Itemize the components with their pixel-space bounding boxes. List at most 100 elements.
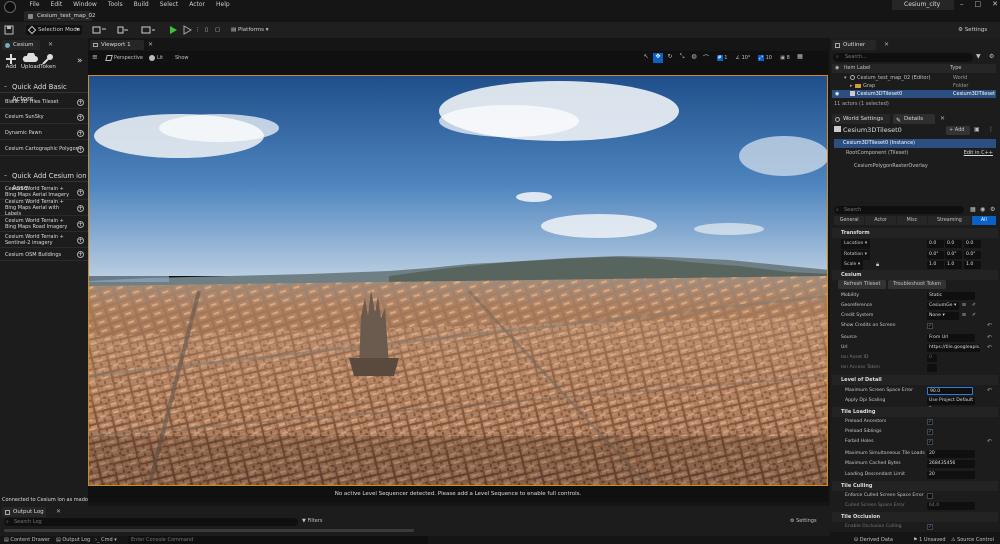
add-circle-icon[interactable]: + xyxy=(77,220,84,228)
max-loads-input[interactable]: 20 xyxy=(927,450,975,458)
lit-button[interactable]: Lit xyxy=(147,53,169,63)
eyedropper-icon[interactable]: ✐ xyxy=(972,311,976,321)
menu-edit[interactable]: Edit xyxy=(45,1,68,8)
preload-siblings-checkbox[interactable]: ✓ xyxy=(927,429,933,435)
add-circle-icon[interactable]: + xyxy=(77,129,84,137)
filter-tab-actor[interactable]: Actor xyxy=(865,216,896,225)
filter-tab-all[interactable]: All xyxy=(971,216,997,225)
blueprint-icon[interactable]: ▣ xyxy=(974,126,980,133)
rotation-x[interactable]: 0.0° xyxy=(927,251,944,259)
log-settings-button[interactable]: ⚙ Settings xyxy=(790,518,817,524)
add-component-button[interactable]: + Add xyxy=(946,126,970,135)
log-search-input[interactable]: ⌕ Search Log xyxy=(4,518,298,526)
eyedropper-icon[interactable]: ✐ xyxy=(972,301,976,311)
cesium-section[interactable]: Cesium xyxy=(832,270,998,280)
close-tab-icon[interactable]: ✕ xyxy=(884,41,889,48)
occlusion-checkbox[interactable]: ✓ xyxy=(927,524,933,530)
location-z[interactable]: 0.0 xyxy=(964,240,981,248)
tab-details[interactable]: ✎ Details xyxy=(893,114,935,124)
tab-cesium[interactable]: Cesium xyxy=(2,40,40,50)
dpi-dropdown[interactable]: Use Project Default ▾ xyxy=(927,397,975,411)
minimize-icon[interactable]: – xyxy=(960,0,964,8)
select-tool-icon[interactable]: ↖ xyxy=(641,53,651,63)
add-circle-icon[interactable]: + xyxy=(77,98,84,106)
url-input[interactable]: https://tile.googleapis.co xyxy=(927,344,980,352)
source-dropdown[interactable]: From Url xyxy=(927,334,975,342)
menu-build[interactable]: Build xyxy=(128,1,154,8)
troubleshoot-token-button[interactable]: Troubleshoot Token xyxy=(888,280,946,289)
reset-icon[interactable]: ↶ xyxy=(987,386,992,396)
menu-window[interactable]: Window xyxy=(68,1,103,8)
rotate-tool-icon[interactable]: ↻ xyxy=(665,53,675,63)
tile-culling-section[interactable]: Tile Culling xyxy=(832,481,998,491)
culled-sse-input[interactable]: 64.0 xyxy=(927,502,975,510)
location-x[interactable]: 0.0 xyxy=(927,240,944,248)
eye-icon[interactable]: ◉ xyxy=(980,206,985,213)
browse-icon[interactable]: ⊞ xyxy=(962,311,966,321)
grid-view-icon[interactable]: ▦ xyxy=(970,206,976,213)
lod-section[interactable]: Level of Detail xyxy=(832,375,998,385)
translate-tool-icon[interactable]: ✥ xyxy=(653,53,663,63)
console-command-input[interactable]: Enter Console Command xyxy=(128,536,428,544)
world-local-icon[interactable]: ◍ xyxy=(689,53,699,63)
show-credits-checkbox[interactable]: ✓ xyxy=(927,323,933,329)
edit-cpp-link[interactable]: Edit in C++ xyxy=(964,149,993,158)
raster-overlay-row[interactable]: CesiumPolygonRasterOverlay xyxy=(834,162,996,171)
scale-z[interactable]: 1.0 xyxy=(964,261,981,269)
layout-icon[interactable]: ▦ xyxy=(795,53,805,63)
preload-ancestors-checkbox[interactable]: ✓ xyxy=(927,419,933,425)
tab-output-log[interactable]: Output Log xyxy=(2,507,46,517)
close-tab-icon[interactable]: ✕ xyxy=(148,41,153,48)
reset-icon[interactable]: ↶ xyxy=(987,321,992,331)
filters-button[interactable]: ▼ Filters xyxy=(302,518,322,524)
show-button[interactable]: Show xyxy=(172,53,190,63)
cinematics-button[interactable] xyxy=(140,25,158,35)
forbid-holes-checkbox[interactable]: ✓ xyxy=(927,439,933,445)
stop-icon[interactable]: ▢ xyxy=(215,25,223,35)
rotation-label[interactable]: Rotation ▾ xyxy=(841,250,870,260)
rotation-z[interactable]: 0.0° xyxy=(964,251,981,259)
scale-label[interactable]: Scale ▾ xyxy=(841,260,864,270)
culled-enforce-checkbox[interactable]: ✓ xyxy=(927,493,933,499)
outliner-search-input[interactable]: ⌕ Search... xyxy=(833,53,973,62)
viewport-scene[interactable] xyxy=(88,75,828,486)
double-chevron-right-icon[interactable]: » xyxy=(77,56,83,66)
transform-section[interactable]: Transform xyxy=(832,228,998,238)
upload-button[interactable]: Upload xyxy=(21,53,40,70)
maximize-icon[interactable]: □ xyxy=(975,0,982,8)
tab-outliner[interactable]: Outliner xyxy=(832,40,876,50)
browse-icon[interactable]: ⊞ xyxy=(962,301,966,311)
details-search-input[interactable]: ⌕ Search xyxy=(834,206,964,214)
reset-icon[interactable]: ↶ xyxy=(987,333,992,343)
hamburger-icon[interactable]: ≡ xyxy=(92,53,102,63)
scale-y[interactable]: 1.0 xyxy=(945,261,962,269)
add-button[interactable]: Add xyxy=(2,53,20,70)
reset-icon[interactable]: ↶ xyxy=(987,343,992,353)
menu-help[interactable]: Help xyxy=(211,1,236,8)
menu-select[interactable]: Select xyxy=(154,1,184,8)
save-icon[interactable] xyxy=(4,25,16,35)
desc-limit-input[interactable]: 20 xyxy=(927,471,975,479)
table-row[interactable]: ▾ Cesium_test_map_02 (Editor) World xyxy=(832,74,996,82)
add-circle-icon[interactable]: + xyxy=(77,188,84,196)
add-content-button[interactable] xyxy=(92,25,108,35)
refresh-tileset-button[interactable]: Refresh Tileset xyxy=(838,280,886,289)
gear-icon[interactable]: ⚙ xyxy=(989,53,994,60)
scale-x[interactable]: 1.0 xyxy=(927,261,944,269)
root-component-row[interactable]: RootComponent (Tileset) Edit in C++ xyxy=(834,149,996,158)
close-tab-icon[interactable]: ✕ xyxy=(940,115,945,122)
filter-icon[interactable]: ▼ xyxy=(976,53,981,60)
location-label[interactable]: Location ▾ xyxy=(841,239,871,249)
expand-icon[interactable]: ▾ xyxy=(844,74,847,82)
close-tab-icon[interactable]: ✕ xyxy=(56,508,61,515)
instance-row[interactable]: Cesium3DTileset0 (Instance) xyxy=(834,139,996,148)
add-circle-icon[interactable]: + xyxy=(77,236,84,244)
derived-data-button[interactable]: ⛁ Derived Data xyxy=(854,536,893,544)
tile-loading-section[interactable]: Tile Loading xyxy=(832,407,998,417)
tab-world-settings[interactable]: World Settings xyxy=(832,114,890,124)
eye-icon[interactable]: ◉ xyxy=(835,90,839,98)
surface-snap-icon[interactable]: ⌒ xyxy=(701,53,711,63)
scale-snap-button[interactable]: ⤢ 10 xyxy=(755,53,775,63)
table-row[interactable]: ◉ Cesium3DTileset0 Cesium3DTileset xyxy=(832,90,996,98)
msse-input[interactable]: 90.0 xyxy=(927,387,973,395)
